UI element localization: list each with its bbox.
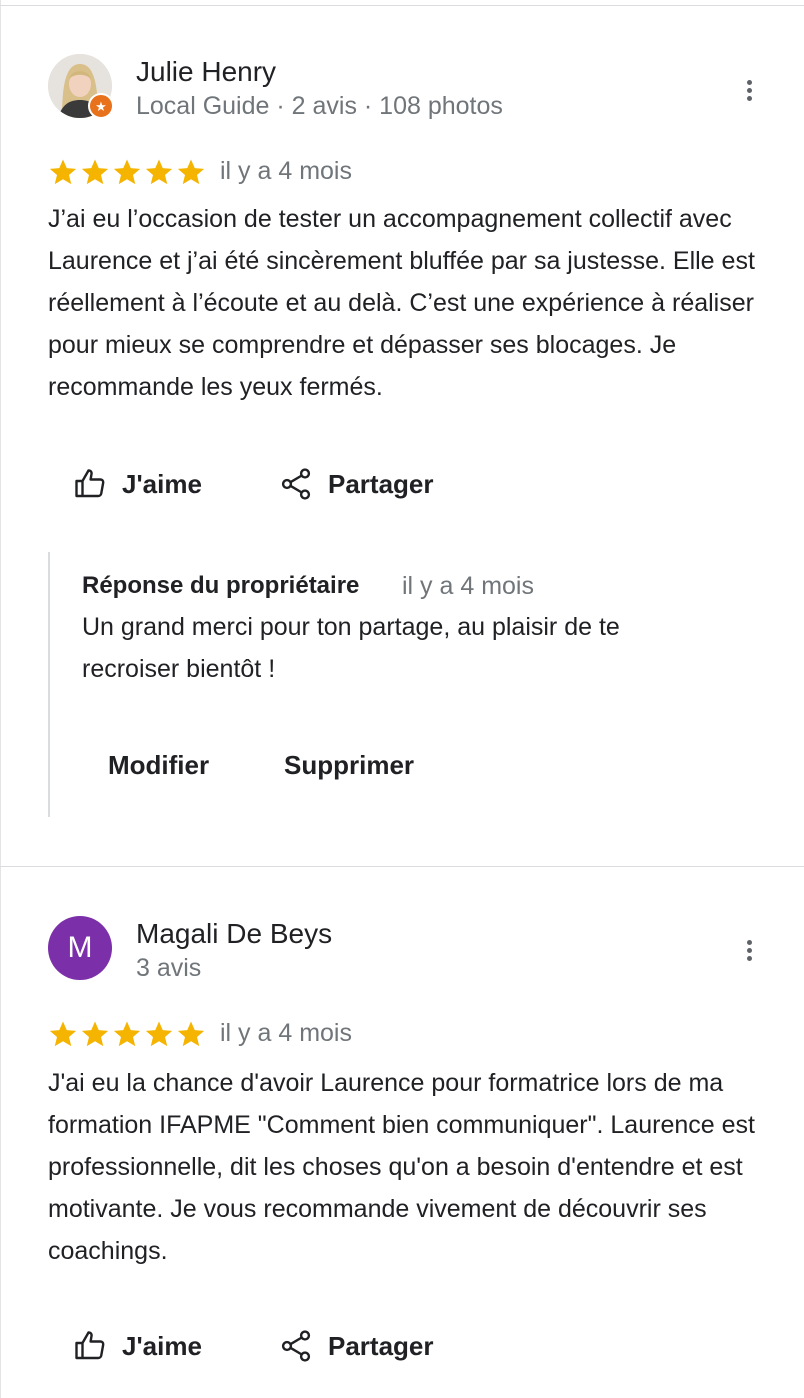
- top-divider: [0, 5, 804, 6]
- review-divider: [0, 866, 804, 867]
- star-icon: [113, 159, 141, 185]
- like-label: J'aime: [122, 468, 202, 499]
- star-icon: [145, 1021, 173, 1047]
- thumb-up-icon: [75, 1331, 105, 1360]
- reviewer-avatar[interactable]: M: [48, 916, 112, 980]
- more-vert-icon[interactable]: [738, 77, 760, 107]
- star-icon: [113, 1021, 141, 1047]
- reviewer-name[interactable]: Magali De Beys: [136, 918, 332, 950]
- like-button[interactable]: J'aime: [72, 466, 202, 502]
- reviewer-meta: Local Guide · 2 avis · 108 photos: [136, 92, 503, 120]
- share-icon: [281, 468, 311, 500]
- owner-reply-text: Un grand merci pour ton partage, au plai…: [82, 613, 620, 683]
- local-guide-badge-icon: ★: [88, 93, 114, 119]
- star-icon: [81, 159, 109, 185]
- delete-reply-button[interactable]: Supprimer: [284, 750, 414, 781]
- reviewer-name[interactable]: Julie Henry: [136, 56, 276, 88]
- star-rating: [48, 1019, 206, 1049]
- left-border: [0, 0, 1, 1398]
- share-button[interactable]: Partager: [278, 466, 434, 502]
- edit-reply-button[interactable]: Modifier: [108, 750, 209, 781]
- more-vert-icon[interactable]: [738, 937, 760, 967]
- star-icon: [145, 159, 173, 185]
- owner-reply-title: Réponse du propriétaire: [82, 572, 360, 599]
- like-label: J'aime: [122, 1330, 202, 1361]
- review-text: J’ai eu l’occasion de tester un accompag…: [48, 205, 755, 401]
- share-button[interactable]: Partager: [278, 1328, 434, 1364]
- owner-reply-time: il y a 4 mois: [402, 572, 534, 600]
- review-time: il y a 4 mois: [220, 157, 352, 185]
- owner-reply: Réponse du propriétaire il y a 4 mois Un…: [48, 552, 750, 817]
- thumb-up-icon: [75, 469, 105, 498]
- share-icon: [281, 1330, 311, 1362]
- share-label: Partager: [328, 1330, 434, 1361]
- like-button[interactable]: J'aime: [72, 1328, 202, 1364]
- star-icon: [177, 1021, 205, 1047]
- star-icon: [81, 1021, 109, 1047]
- star-rating: [48, 157, 206, 187]
- reviewer-meta: 3 avis: [136, 954, 202, 982]
- review-time: il y a 4 mois: [220, 1019, 352, 1047]
- share-label: Partager: [328, 468, 434, 499]
- star-icon: [177, 159, 205, 185]
- star-icon: [49, 1021, 77, 1047]
- star-icon: [49, 159, 77, 185]
- review-text: J'ai eu la chance d'avoir Laurence pour …: [48, 1069, 755, 1265]
